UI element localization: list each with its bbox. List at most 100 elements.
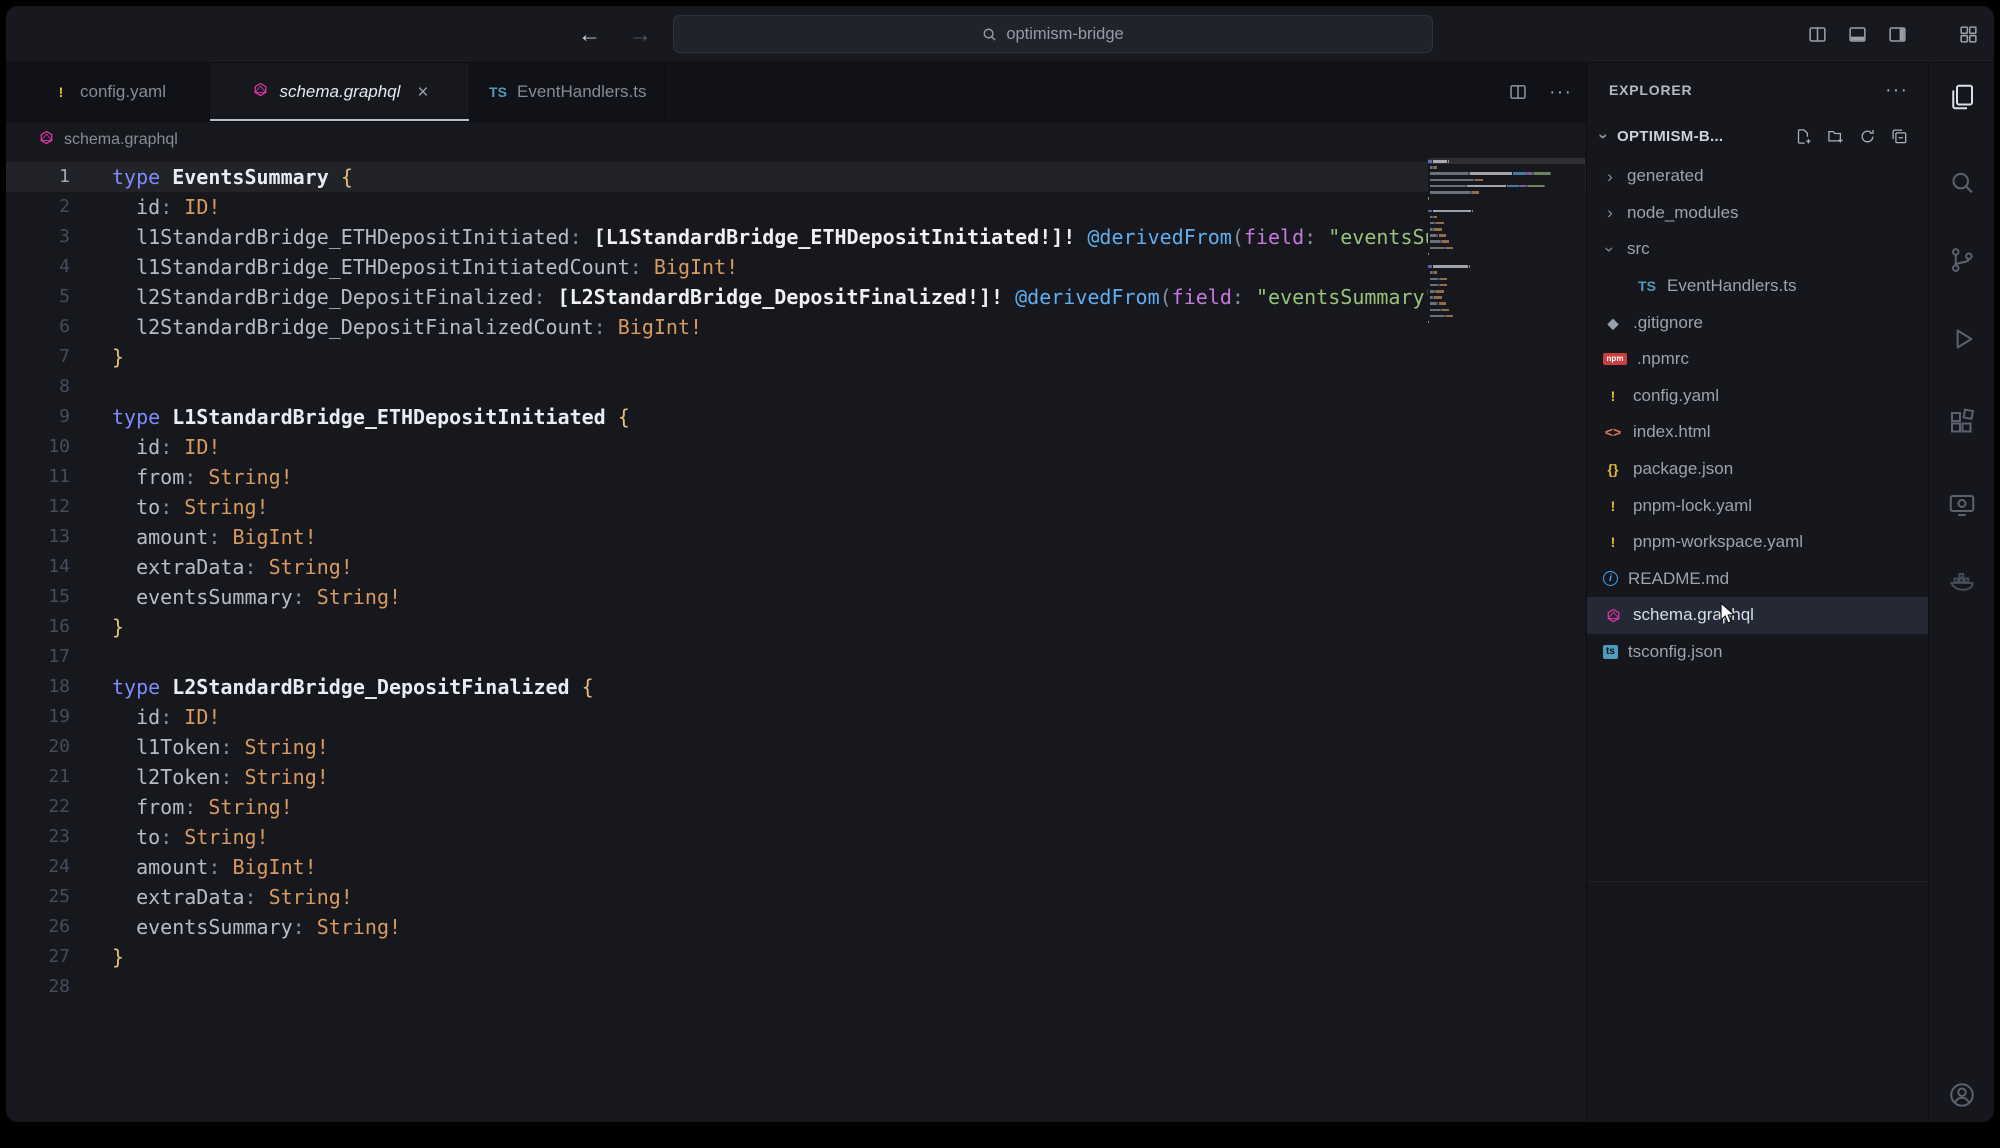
graphql-file-icon <box>36 130 56 145</box>
code-line-20[interactable]: l1Token: String! <box>6 732 1586 762</box>
tree-item-tsconfig.json[interactable]: tstsconfig.json <box>1587 634 1928 671</box>
tree-item-generated[interactable]: ›generated <box>1587 158 1928 195</box>
docker-icon[interactable] <box>1947 566 1977 596</box>
tree-item-label: src <box>1627 239 1650 259</box>
minimap[interactable] <box>1428 158 1585 1122</box>
code-line-21[interactable]: l2Token: String! <box>6 762 1586 792</box>
code-line-27[interactable]: } <box>6 942 1586 972</box>
code-line-14[interactable]: extraData: String! <box>6 552 1586 582</box>
ts-file-icon: TS <box>488 85 508 99</box>
tab-bar: ! config.yaml schema.graphql × TS EventH… <box>6 63 1586 122</box>
workspace-section-header[interactable]: › OPTIMISM-B... <box>1587 117 1928 155</box>
tree-item-label: tsconfig.json <box>1628 642 1723 662</box>
toggle-secondary-sidebar-icon[interactable] <box>1888 25 1907 44</box>
new-file-icon[interactable] <box>1795 128 1812 145</box>
vscode-window: ← → optimism-bridge <box>6 6 1994 1122</box>
code-line-5[interactable]: l2StandardBridge_DepositFinalized: [L2St… <box>6 282 1586 312</box>
tree-item-index.html[interactable]: <>index.html <box>1587 414 1928 451</box>
tree-item-.npmrc[interactable]: npm.npmrc <box>1587 341 1928 378</box>
extensions-icon[interactable] <box>1947 407 1977 437</box>
run-debug-icon[interactable] <box>1947 324 1977 354</box>
tree-item-schema.graphql[interactable]: schema.graphql <box>1587 597 1928 634</box>
toggle-panel-icon[interactable] <box>1848 25 1867 44</box>
back-arrow-icon[interactable]: ← <box>578 21 601 48</box>
tree-item-config.yaml[interactable]: ! config.yaml <box>1587 378 1928 415</box>
tab-schema-graphql[interactable]: schema.graphql × <box>210 63 470 121</box>
search-icon <box>982 27 997 42</box>
customize-layout-icon[interactable] <box>1959 25 1978 44</box>
tab-config-yaml[interactable]: ! config.yaml <box>8 63 210 121</box>
graphql-file-icon <box>250 82 270 97</box>
tab-label: config.yaml <box>80 82 166 102</box>
code-line-16[interactable]: } <box>6 612 1586 642</box>
code-line-11[interactable]: from: String! <box>6 462 1586 492</box>
code-line-2[interactable]: id: ID! <box>6 192 1586 222</box>
tree-item-label: index.html <box>1633 422 1710 442</box>
explorer-title: EXPLORER <box>1609 82 1692 98</box>
split-editor-layout-icon[interactable] <box>1808 25 1827 44</box>
yaml-file-icon: ! <box>51 85 71 99</box>
code-line-12[interactable]: to: String! <box>6 492 1586 522</box>
tree-item-node_modules[interactable]: ›node_modules <box>1587 195 1928 232</box>
code-line-10[interactable]: id: ID! <box>6 432 1586 462</box>
chevron-right-icon: › <box>1603 168 1617 185</box>
editor-region: ! config.yaml schema.graphql × TS EventH… <box>6 63 1587 1122</box>
source-control-icon[interactable] <box>1947 245 1977 275</box>
tree-item-pnpm-workspace.yaml[interactable]: !pnpm-workspace.yaml <box>1587 524 1928 561</box>
tree-item-README.md[interactable]: iREADME.md <box>1587 561 1928 598</box>
chevron-down-icon: › <box>1602 242 1619 256</box>
code-line-19[interactable]: id: ID! <box>6 702 1586 732</box>
tab-eventhandlers-ts[interactable]: TS EventHandlers.ts <box>470 63 665 121</box>
search-value: optimism-bridge <box>1006 25 1123 44</box>
code-editor[interactable]: 1234567891011121314151617181920212223242… <box>6 158 1586 1122</box>
code-line-26[interactable]: eventsSummary: String! <box>6 912 1586 942</box>
tree-item-pnpm-lock.yaml[interactable]: !pnpm-lock.yaml <box>1587 487 1928 524</box>
tree-item-label: config.yaml <box>1633 386 1719 406</box>
code-line-22[interactable]: from: String! <box>6 792 1586 822</box>
explorer-icon[interactable] <box>1947 82 1977 112</box>
close-tab-icon[interactable]: × <box>417 83 428 102</box>
code-line-18[interactable]: type L2StandardBridge_DepositFinalized { <box>6 672 1586 702</box>
code-line-23[interactable]: to: String! <box>6 822 1586 852</box>
chevron-down-icon: › <box>1596 129 1613 143</box>
tree-item-src[interactable]: › src <box>1587 231 1928 268</box>
yaml-file-icon: ! <box>1603 389 1623 403</box>
code-line-8[interactable] <box>6 372 1586 402</box>
remote-preview-icon[interactable] <box>1947 490 1977 520</box>
breadcrumb[interactable]: schema.graphql <box>6 122 1586 158</box>
code-line-13[interactable]: amount: BigInt! <box>6 522 1586 552</box>
breadcrumb-file: schema.graphql <box>64 131 178 149</box>
workspace-name: OPTIMISM-B... <box>1617 128 1723 145</box>
refresh-icon[interactable] <box>1859 128 1876 145</box>
json-file-icon: {} <box>1603 462 1623 476</box>
collapse-folders-icon[interactable] <box>1891 128 1908 145</box>
tree-item-package.json[interactable]: {}package.json <box>1587 451 1928 488</box>
code-line-7[interactable]: } <box>6 342 1586 372</box>
code-line-28[interactable] <box>6 972 1586 1002</box>
code-line-6[interactable]: l2StandardBridge_DepositFinalizedCount: … <box>6 312 1586 342</box>
search-icon[interactable] <box>1947 168 1977 198</box>
code-line-15[interactable]: eventsSummary: String! <box>6 582 1586 612</box>
tree-item-label: EventHandlers.ts <box>1667 276 1796 296</box>
tree-item-EventHandlers.ts[interactable]: TS EventHandlers.ts <box>1587 268 1928 305</box>
code-line-9[interactable]: type L1StandardBridge_ETHDepositInitiate… <box>6 402 1586 432</box>
tree-item-label: pnpm-lock.yaml <box>1633 496 1752 516</box>
split-editor-icon[interactable] <box>1509 83 1527 101</box>
code-line-24[interactable]: amount: BigInt! <box>6 852 1586 882</box>
code-line-3[interactable]: l1StandardBridge_ETHDepositInitiated: [L… <box>6 222 1586 252</box>
command-center-search[interactable]: optimism-bridge <box>673 15 1433 53</box>
code-line-17[interactable] <box>6 642 1586 672</box>
code-line-4[interactable]: l1StandardBridge_ETHDepositInitiatedCoun… <box>6 252 1586 282</box>
code-lines: type EventsSummary { id: ID! l1StandardB… <box>6 162 1586 1002</box>
code-line-25[interactable]: extraData: String! <box>6 882 1586 912</box>
forward-arrow-icon[interactable]: → <box>629 21 652 48</box>
yaml-file-icon: ! <box>1603 535 1623 549</box>
account-icon[interactable] <box>1947 1080 1977 1110</box>
more-actions-icon[interactable]: ··· <box>1549 82 1572 102</box>
ts-file-icon: TS <box>1637 279 1657 293</box>
activity-bar <box>1928 63 1994 1122</box>
new-folder-icon[interactable] <box>1827 128 1844 145</box>
code-line-1[interactable]: type EventsSummary { <box>6 162 1586 192</box>
tree-item-.gitignore[interactable]: ◆.gitignore <box>1587 304 1928 341</box>
explorer-more-actions-icon[interactable]: ··· <box>1885 80 1908 100</box>
